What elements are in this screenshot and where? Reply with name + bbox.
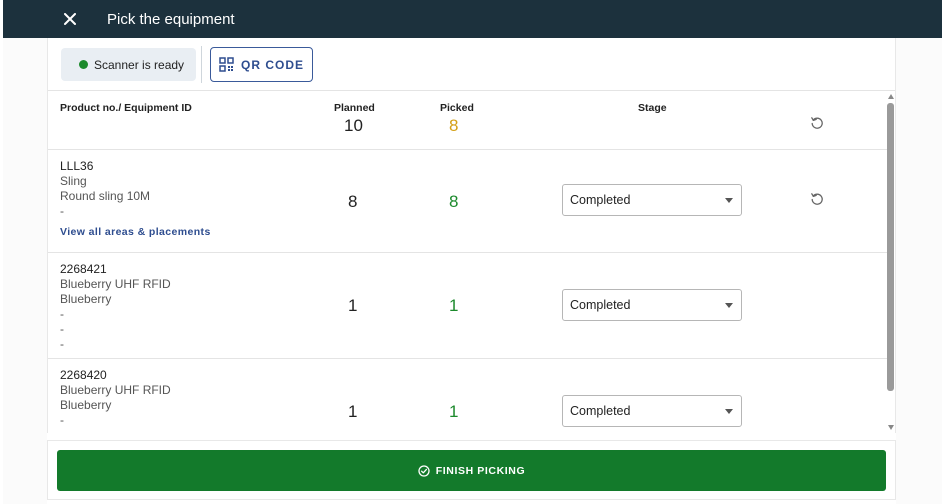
scrollbar-thumb[interactable] (887, 103, 894, 391)
product-description: Blueberry (60, 292, 112, 306)
product-type: Blueberry UHF RFID (60, 383, 171, 397)
reset-all-button[interactable] (810, 116, 824, 135)
top-bar: Pick the equipment (3, 0, 942, 38)
stage-select[interactable]: Completed (562, 395, 742, 427)
picked-count: 1 (449, 402, 459, 421)
chevron-down-icon (725, 198, 733, 203)
product-number: 2268420 (60, 368, 107, 382)
left-gutter (3, 38, 47, 504)
column-header-planned: Planned (334, 102, 375, 114)
column-header-stage: Stage (638, 102, 667, 114)
qr-code-button[interactable]: QR CODE (210, 47, 313, 82)
product-detail: - (60, 307, 64, 321)
scanner-status: Scanner is ready (61, 48, 196, 81)
scrollbar[interactable] (885, 91, 895, 433)
stage-value: Completed (570, 404, 631, 418)
product-detail: - (60, 413, 64, 427)
product-detail: - (60, 322, 64, 336)
close-icon (64, 13, 76, 25)
stage-select[interactable]: Completed (562, 184, 742, 216)
picked-total: 8 (449, 116, 459, 135)
product-detail: - (60, 337, 64, 351)
planned-total: 10 (344, 116, 363, 135)
product-type: Blueberry UHF RFID (60, 277, 171, 291)
check-circle-icon (418, 464, 430, 477)
qr-code-label: QR CODE (240, 57, 304, 72)
product-info: LLL36 Sling Round sling 10M - View all a… (60, 159, 211, 240)
planned-count: 1 (348, 402, 358, 421)
stage-select[interactable]: Completed (562, 289, 742, 321)
scanner-status-text: Scanner is ready (94, 57, 185, 72)
equipment-list: LLL36 Sling Round sling 10M - View all a… (48, 150, 888, 433)
picked-count: 1 (449, 296, 459, 315)
scroll-up-icon[interactable] (888, 94, 894, 99)
footer: FINISH PICKING (47, 440, 896, 500)
finish-picking-button[interactable]: FINISH PICKING (57, 450, 886, 491)
picking-panel: Scanner is ready QR CODE Product no./ Eq… (47, 38, 896, 433)
table-header: Product no./ Equipment ID Planned Picked… (48, 91, 888, 150)
column-header-picked: Picked (440, 102, 474, 114)
product-info: 2268421 Blueberry UHF RFID Blueberry - -… (60, 262, 171, 352)
product-type: Sling (60, 174, 87, 188)
product-info: 2268420 Blueberry UHF RFID Blueberry - (60, 368, 171, 428)
product-description: Blueberry (60, 398, 112, 412)
reset-icon (811, 193, 823, 205)
product-number: 2268421 (60, 262, 107, 276)
view-areas-link[interactable]: View all areas & placements (60, 226, 211, 238)
status-dot-icon (79, 60, 88, 69)
chevron-down-icon (725, 409, 733, 414)
page: Pick the equipment Scanner is ready QR C (0, 0, 945, 504)
reset-icon (811, 117, 823, 129)
planned-count: 1 (348, 296, 358, 315)
scroll-down-icon[interactable] (888, 425, 894, 430)
qr-code-icon (219, 57, 234, 72)
finish-picking-label: FINISH PICKING (435, 464, 526, 477)
column-header-product: Product no./ Equipment ID (60, 102, 192, 114)
stage-value: Completed (570, 193, 631, 207)
table-row: 2268420 Blueberry UHF RFID Blueberry - 1… (48, 359, 888, 433)
divider (201, 46, 202, 83)
picked-count: 8 (449, 192, 459, 211)
product-description: Round sling 10M (60, 189, 151, 203)
reset-row-button[interactable] (810, 192, 824, 211)
chevron-down-icon (725, 303, 733, 308)
planned-count: 8 (348, 192, 358, 211)
stage-value: Completed (570, 298, 631, 312)
product-number: LLL36 (60, 159, 94, 173)
right-gutter (896, 38, 942, 504)
scanner-row: Scanner is ready QR CODE (48, 38, 895, 91)
product-detail: - (60, 204, 64, 218)
close-button[interactable] (53, 2, 87, 36)
table-row: LLL36 Sling Round sling 10M - View all a… (48, 150, 888, 253)
page-title: Pick the equipment (107, 10, 235, 28)
table-row: 2268421 Blueberry UHF RFID Blueberry - -… (48, 253, 888, 359)
